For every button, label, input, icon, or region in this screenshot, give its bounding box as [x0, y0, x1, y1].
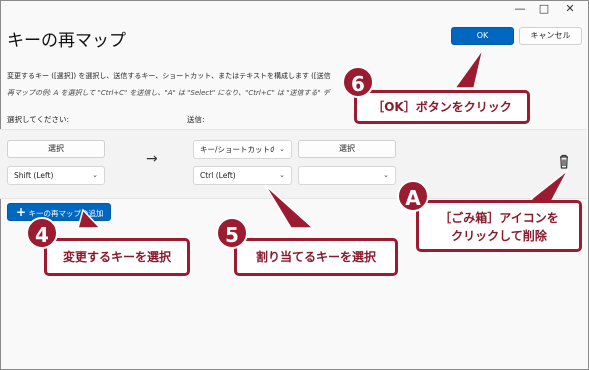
callout-step-4: 変更するキーを選択 [44, 238, 190, 276]
pointer-a [528, 169, 569, 205]
step-4-badge: 4 [26, 217, 58, 249]
callout-step-6: ［OK］ボタンをクリック [354, 90, 530, 124]
pointer-4 [77, 208, 102, 229]
callout-a-line-1: ［ごみ箱］アイコンを [439, 211, 559, 225]
annotation-pointers [77, 48, 569, 229]
pointer-5 [264, 184, 315, 229]
step-6-badge: 6 [342, 66, 374, 98]
callout-step-a: ［ごみ箱］アイコンを クリックして削除 [416, 200, 582, 252]
pointer-6 [453, 48, 484, 89]
callout-step-5: 割り当てるキーを選択 [234, 238, 398, 276]
step-5-badge: 5 [216, 217, 248, 249]
callout-a-line-2: クリックして削除 [451, 229, 547, 243]
step-a-badge: A [397, 180, 429, 212]
